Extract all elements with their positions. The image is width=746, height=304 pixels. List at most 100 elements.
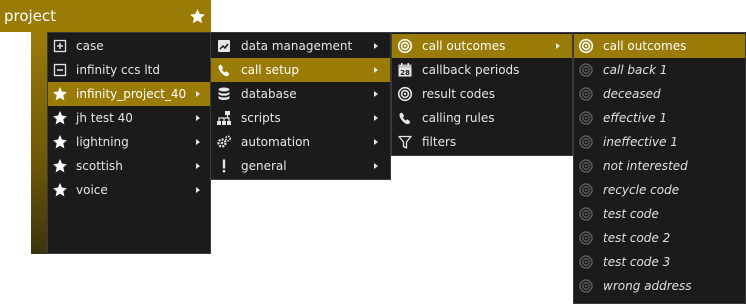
menu-item-jh-test-40[interactable]: jh test 40 (48, 106, 210, 130)
submenu-arrow-icon (374, 139, 378, 145)
project-title: project (4, 7, 57, 25)
outcome-item-wrong-address[interactable]: wrong address (574, 274, 745, 298)
target-icon (578, 86, 594, 102)
menu-item-label: lightning (76, 135, 129, 149)
minus-box-icon (52, 62, 68, 78)
target-icon (578, 38, 594, 54)
menu-accent-strip (31, 32, 47, 254)
exclamation-icon (216, 158, 232, 174)
submenu-arrow-icon (374, 115, 378, 121)
menu-item-label: automation (241, 135, 311, 149)
menu-item-label: call outcomes (603, 39, 687, 53)
call-outcomes-submenu: call outcomes call back 1 deceased effec… (573, 32, 746, 304)
menu-item-label: calling rules (422, 111, 495, 125)
menu-item-label: test code 3 (603, 255, 671, 269)
target-icon (397, 86, 413, 102)
menu-item-callback-periods[interactable]: 28 callback periods (392, 58, 572, 82)
menu-item-label: scripts (241, 111, 281, 125)
database-icon (216, 86, 232, 102)
calendar-icon: 28 (397, 62, 413, 78)
outcome-item-not-interested[interactable]: not interested (574, 154, 745, 178)
menu-item-call-outcomes-header[interactable]: call outcomes (574, 34, 745, 58)
menu-item-label: call outcomes (422, 39, 506, 53)
menu-item-label: effective 1 (603, 111, 667, 125)
target-icon (578, 278, 594, 294)
menu-item-infinity-ccs-ltd[interactable]: infinity ccs ltd (48, 58, 210, 82)
menu-item-result-codes[interactable]: result codes (392, 82, 572, 106)
star-icon (52, 86, 68, 102)
menu-item-case[interactable]: case (48, 34, 210, 58)
project-submenu: data management call setup database scri… (210, 32, 391, 180)
menu-item-label: wrong address (603, 279, 692, 293)
outcome-item-deceased[interactable]: deceased (574, 82, 745, 106)
menu-item-label: result codes (422, 87, 495, 101)
calendar-day: 28 (400, 69, 410, 77)
menu-item-label: callback periods (422, 63, 520, 77)
submenu-arrow-icon (196, 163, 200, 169)
filter-icon (397, 134, 413, 150)
target-icon (578, 110, 594, 126)
star-icon[interactable] (189, 8, 206, 25)
project-header: project (0, 0, 211, 32)
sitemap-icon (216, 110, 232, 126)
cogs-icon (216, 134, 232, 150)
menu-item-label: voice (76, 183, 108, 197)
menu-item-filters[interactable]: filters (392, 130, 572, 154)
menu-item-voice[interactable]: voice (48, 178, 210, 202)
menu-item-label: scottish (76, 159, 123, 173)
menu-item-lightning[interactable]: lightning (48, 130, 210, 154)
outcome-item-ineffective-1[interactable]: ineffective 1 (574, 130, 745, 154)
menu-item-label: call back 1 (603, 63, 668, 77)
submenu-arrow-icon (196, 139, 200, 145)
outcome-item-effective-1[interactable]: effective 1 (574, 106, 745, 130)
submenu-arrow-icon (374, 43, 378, 49)
phone-icon (216, 62, 232, 78)
outcome-item-test-code-3[interactable]: test code 3 (574, 250, 745, 274)
target-icon (578, 230, 594, 246)
menu-item-label: filters (422, 135, 457, 149)
menu-item-infinity-project-40[interactable]: infinity_project_40 (48, 82, 210, 106)
target-icon (578, 62, 594, 78)
menu-item-data-management[interactable]: data management (211, 34, 390, 58)
outcome-item-recycle-code[interactable]: recycle code (574, 178, 745, 202)
target-icon (578, 158, 594, 174)
menu-item-label: call setup (241, 63, 299, 77)
outcome-item-test-code-2[interactable]: test code 2 (574, 226, 745, 250)
star-icon (52, 134, 68, 150)
menu-item-label: infinity_project_40 (76, 87, 187, 101)
menu-item-call-outcomes[interactable]: call outcomes (392, 34, 572, 58)
phone-icon (397, 110, 413, 126)
star-icon (52, 158, 68, 174)
menu-item-label: ineffective 1 (603, 135, 678, 149)
menu-item-scottish[interactable]: scottish (48, 154, 210, 178)
target-icon (578, 182, 594, 198)
plus-box-icon (52, 38, 68, 54)
menu-item-call-setup[interactable]: call setup (211, 58, 390, 82)
menu-item-label: deceased (603, 87, 661, 101)
menu-item-label: recycle code (603, 183, 680, 197)
menu-item-label: data management (241, 39, 353, 53)
target-icon (578, 206, 594, 222)
menu-item-label: test code 2 (603, 231, 671, 245)
target-icon (397, 38, 413, 54)
outcome-item-call-back-1[interactable]: call back 1 (574, 58, 745, 82)
menu-item-scripts[interactable]: scripts (211, 106, 390, 130)
menu-item-calling-rules[interactable]: calling rules (392, 106, 572, 130)
menu-item-general[interactable]: general (211, 154, 390, 178)
menu-item-label: case (76, 39, 104, 53)
submenu-arrow-icon (196, 115, 200, 121)
menu-item-database[interactable]: database (211, 82, 390, 106)
menu-item-label: test code (603, 207, 659, 221)
outcome-item-test-code[interactable]: test code (574, 202, 745, 226)
menu-item-label: not interested (603, 159, 688, 173)
call-setup-submenu: call outcomes 28 callback periods result… (391, 32, 573, 156)
submenu-arrow-icon (196, 91, 200, 97)
menu-item-label: database (241, 87, 297, 101)
target-icon (578, 254, 594, 270)
star-icon (52, 182, 68, 198)
submenu-arrow-icon (374, 91, 378, 97)
menu-item-automation[interactable]: automation (211, 130, 390, 154)
submenu-arrow-icon (196, 187, 200, 193)
star-icon (52, 110, 68, 126)
chart-icon (216, 38, 232, 54)
